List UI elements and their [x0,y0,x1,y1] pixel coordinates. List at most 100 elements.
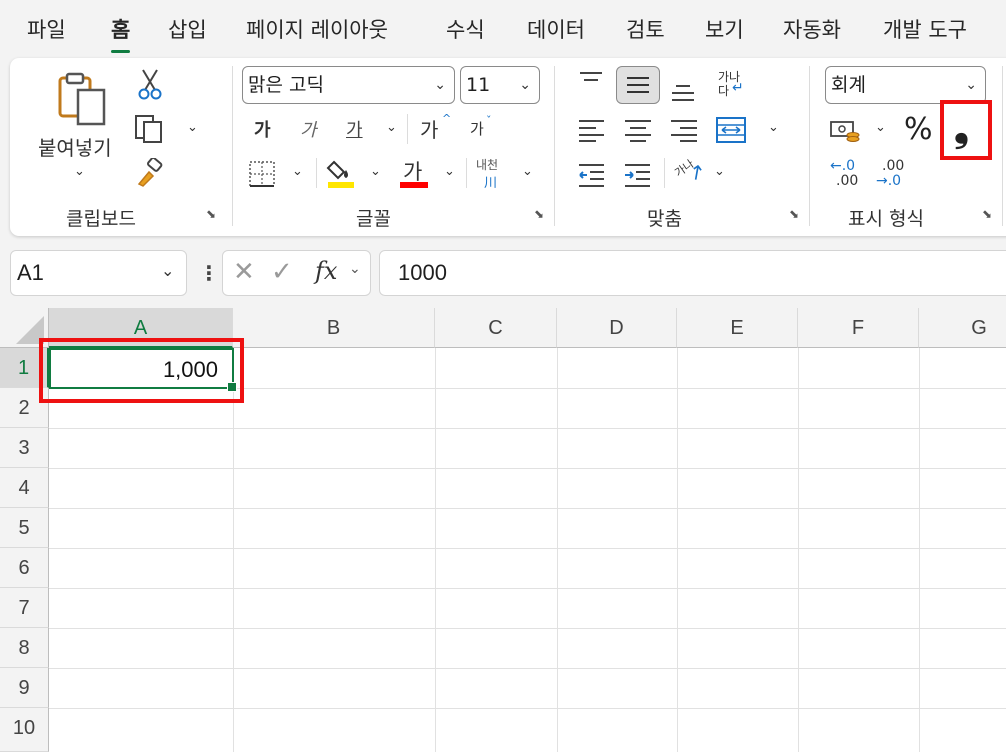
row-header-10[interactable]: 10 [0,708,49,752]
column-header-c[interactable]: C [435,308,557,348]
row-header-5[interactable]: 5 [0,508,49,548]
underline-button[interactable]: 가 [346,116,363,142]
shrink-font-button[interactable]: 가 [470,118,484,139]
grid-line [677,348,678,752]
row-header-3[interactable]: 3 [0,428,49,468]
paste-icon[interactable] [54,72,110,128]
number-launcher-icon[interactable]: ⬊ [982,208,995,221]
insert-function-button[interactable]: fx [315,257,337,285]
more-options-icon[interactable]: ⋮ [199,260,219,286]
merge-dropdown-chevron-icon[interactable]: ⌄ [768,120,779,135]
column-header-e[interactable]: E [677,308,798,348]
chevron-down-icon: ⌄ [434,77,446,93]
font-color-icon[interactable]: 가 [400,156,430,190]
increase-decimal-icon[interactable]: ←.0 .00 [830,158,864,192]
tab-insert[interactable]: 삽입 [168,14,207,44]
grow-font-button[interactable]: 가 [420,114,438,143]
orientation-icon[interactable]: 가나 ↗ [672,157,710,188]
fill-color-dropdown-chevron-icon[interactable]: ⌄ [370,164,381,179]
increase-indent-icon[interactable] [624,162,652,188]
grid-line [49,548,1006,549]
bold-button[interactable]: 가 [254,116,271,142]
worksheet-grid: A B C D E F G 1 2 3 4 5 6 7 8 9 10 1,000 [0,308,1006,752]
chevron-down-icon: ⌄ [519,77,531,93]
ribbon-divider [316,158,317,188]
borders-dropdown-chevron-icon[interactable]: ⌄ [292,164,303,179]
font-color-swatch [400,182,428,188]
format-painter-icon[interactable] [135,156,165,188]
tab-data[interactable]: 데이터 [527,14,585,44]
comma-style-highlight [940,100,992,160]
borders-icon[interactable] [248,160,276,188]
copy-dropdown-chevron-icon[interactable]: ⌄ [187,120,198,135]
tab-developer[interactable]: 개발 도구 [883,14,967,44]
align-left-icon[interactable] [578,118,606,142]
align-middle-icon[interactable] [616,66,660,104]
tab-view[interactable]: 보기 [705,14,744,44]
wrap-text-icon[interactable]: 가나 다 ↵ [716,68,748,102]
italic-button[interactable]: 가 [300,116,317,142]
cancel-icon[interactable]: ✕ [233,257,255,287]
row-header-8[interactable]: 8 [0,628,49,668]
grid-line [233,348,234,752]
accounting-dropdown-chevron-icon[interactable]: ⌄ [875,120,886,135]
caret-up-icon: ^ [442,112,452,125]
wrap-bottom: 다 [718,84,730,98]
row-header-4[interactable]: 4 [0,468,49,508]
ribbon-divider [232,66,233,226]
paste-dropdown-chevron-icon[interactable]: ⌄ [74,164,85,179]
enter-icon[interactable]: ✓ [271,257,293,287]
merge-center-icon[interactable] [716,116,746,144]
align-center-icon[interactable] [624,118,652,142]
grid-line [49,708,1006,709]
tab-home[interactable]: 홈 [111,14,131,53]
font-launcher-icon[interactable]: ⬊ [534,208,547,221]
copy-icon[interactable] [134,114,164,144]
number-format-dropdown[interactable]: 회계 ⌄ [825,66,986,104]
font-name-dropdown[interactable]: 맑은 고딕 ⌄ [242,66,455,104]
font-color-dropdown-chevron-icon[interactable]: ⌄ [444,164,455,179]
tab-page-layout[interactable]: 페이지 레이아웃 [246,14,388,44]
font-size-dropdown[interactable]: 11 ⌄ [460,66,540,104]
clipboard-launcher-icon[interactable]: ⬊ [206,208,219,221]
clipboard-group-label: 클립보드 [66,208,136,230]
decrease-indent-icon[interactable] [578,162,606,188]
ribbon-divider [466,158,467,188]
cut-icon[interactable] [137,68,163,100]
column-header-f[interactable]: F [798,308,919,348]
grid-line [435,348,436,752]
name-box[interactable]: A1 ⌄ [10,250,187,296]
formula-value: 1000 [398,260,447,285]
row-header-7[interactable]: 7 [0,588,49,628]
ribbon-divider [664,158,665,188]
decrease-decimal-icon[interactable]: .00 →.0 [876,158,910,192]
align-top-icon[interactable] [578,70,604,94]
wrap-arrow-icon: ↵ [732,80,744,96]
percent-style-button[interactable]: % [904,112,933,147]
orientation-dropdown-chevron-icon[interactable]: ⌄ [714,164,725,179]
chevron-down-icon[interactable]: ⌄ [349,261,361,277]
phonetic-guide-icon[interactable]: 내천 川 [476,156,510,191]
tab-file[interactable]: 파일 [27,14,66,44]
column-header-g[interactable]: G [919,308,1006,348]
align-bottom-icon[interactable] [670,78,696,102]
number-group-label: 표시 형식 [848,208,924,230]
fill-color-icon[interactable] [326,156,356,190]
chevron-down-icon[interactable]: ⌄ [161,261,174,280]
formula-input[interactable]: 1000 [379,250,1006,296]
row-header-6[interactable]: 6 [0,548,49,588]
column-header-b[interactable]: B [233,308,435,348]
tab-review[interactable]: 검토 [626,14,665,44]
align-right-icon[interactable] [670,118,698,142]
phonetic-dropdown-chevron-icon[interactable]: ⌄ [522,164,533,179]
underline-dropdown-chevron-icon[interactable]: ⌄ [386,120,397,135]
column-header-d[interactable]: D [557,308,677,348]
chevron-down-icon: ⌄ [965,77,977,93]
alignment-launcher-icon[interactable]: ⬊ [789,208,802,221]
alignment-group-label: 맞춤 [647,208,682,230]
tab-automate[interactable]: 자동화 [783,14,841,44]
accounting-format-icon[interactable] [830,116,860,144]
paste-label[interactable]: 붙여넣기 [38,132,112,161]
tab-formulas[interactable]: 수식 [446,14,485,44]
row-header-9[interactable]: 9 [0,668,49,708]
